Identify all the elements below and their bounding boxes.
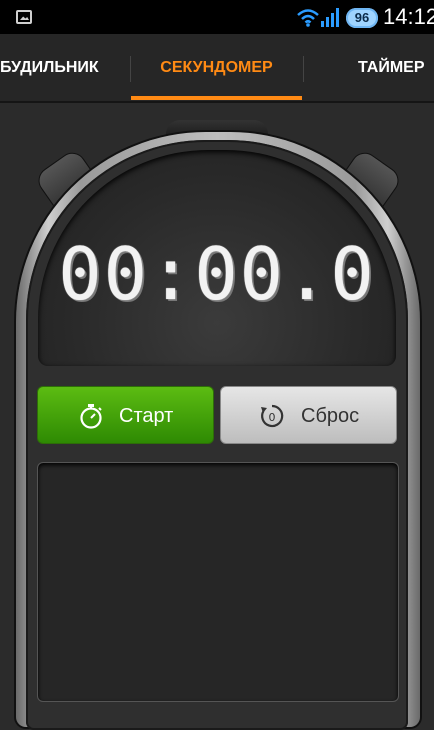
elapsed-time: 00:00.0 — [58, 232, 376, 316]
tab-stopwatch[interactable]: СЕКУНДОМЕР — [131, 34, 302, 102]
battery-badge: 96 — [346, 8, 378, 28]
tab-bar: БУДИЛЬНИК СЕКУНДОМЕР ТАЙМЕР — [0, 34, 434, 102]
start-button-label: Старт — [119, 405, 174, 427]
status-bar: 96 14:12 — [0, 0, 434, 34]
reset-icon: 0 — [261, 404, 284, 428]
signal-icon — [321, 8, 339, 27]
selected-tab-indicator — [131, 96, 302, 100]
svg-text:0: 0 — [269, 411, 276, 424]
tab-bar-shadow — [0, 101, 434, 103]
wifi-icon — [297, 9, 319, 27]
start-button[interactable]: Старт — [37, 386, 214, 444]
reset-button[interactable]: 0 Сброс — [220, 386, 397, 444]
laps-list[interactable] — [37, 462, 399, 702]
tab-alarm[interactable]: БУДИЛЬНИК — [0, 34, 99, 102]
reset-button-label: Сброс — [301, 405, 360, 427]
image-notification-icon — [16, 10, 32, 24]
status-clock: 14:12 — [383, 4, 434, 29]
tab-divider — [303, 56, 304, 82]
stopwatch-icon — [80, 404, 102, 429]
tab-timer[interactable]: ТАЙМЕР — [358, 34, 425, 102]
